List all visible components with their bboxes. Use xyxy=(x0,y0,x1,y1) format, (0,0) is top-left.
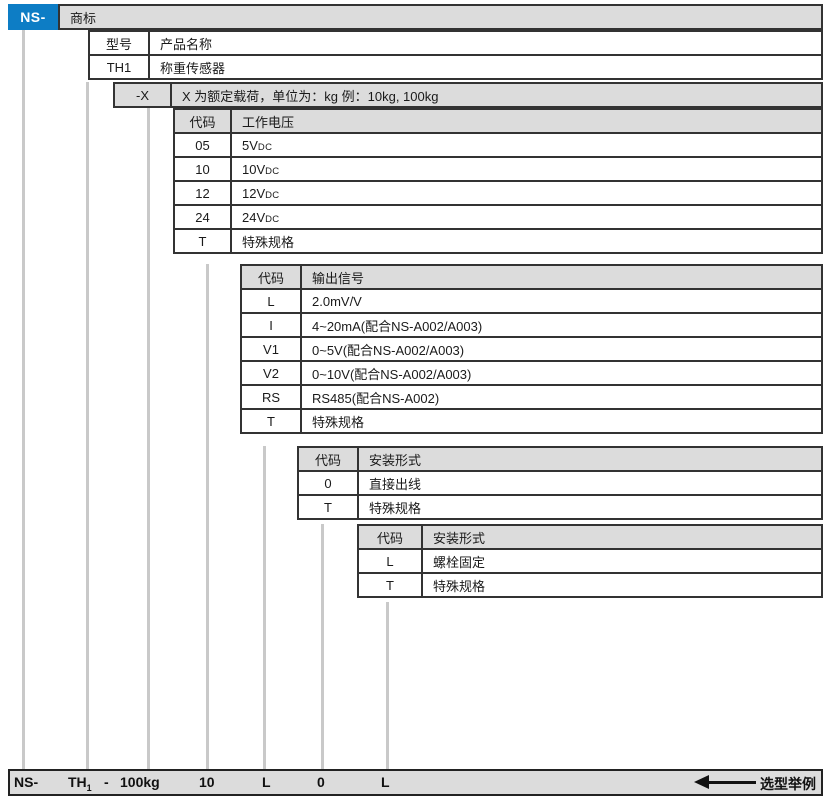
desc-cell: 螺栓固定 xyxy=(422,549,822,573)
table-row: L 2.0mV/V xyxy=(241,289,822,313)
trademark-label: 商标 xyxy=(59,5,822,29)
code-cell: V2 xyxy=(241,361,301,385)
table-row: V1 0~5V(配合NS-A002/A003) xyxy=(241,337,822,361)
code-cell: 05 xyxy=(174,133,231,157)
code-header-cell: 代码 xyxy=(241,265,301,289)
desc-cell: 2.0mV/V xyxy=(301,289,822,313)
code-cell: TH1 xyxy=(89,55,149,79)
code-cell: T xyxy=(241,409,301,433)
example-item-mount1: 0 xyxy=(317,774,325,790)
desc-cell: 特殊规格 xyxy=(422,573,822,597)
connector-line-model xyxy=(86,82,89,769)
table-row: I 4~20mA(配合NS-A002/A003) xyxy=(241,313,822,337)
example-item-prefix: NS- xyxy=(14,774,38,790)
table-row: 12 12VDC xyxy=(174,181,822,205)
code-header-cell: 代码 xyxy=(358,525,422,549)
code-cell: T xyxy=(174,229,231,253)
connector-line-mount1 xyxy=(321,524,324,769)
model-table: 型号 产品名称 TH1 称重传感器 xyxy=(88,30,823,80)
example-item-model: TH1 xyxy=(68,774,92,793)
code-cell: 0 xyxy=(298,471,358,495)
desc-header-cell: 安装形式 xyxy=(358,447,822,471)
connector-line-brand xyxy=(22,30,25,769)
example-item-mount2: L xyxy=(381,774,390,790)
table-row: 10 10VDC xyxy=(174,157,822,181)
example-item-output: L xyxy=(262,774,271,790)
desc-cell: 产品名称 xyxy=(149,31,822,55)
code-cell: L xyxy=(358,549,422,573)
code-cell: T xyxy=(298,495,358,519)
code-cell: T xyxy=(358,573,422,597)
table-row: 24 24VDC xyxy=(174,205,822,229)
table-row: 代码 安装形式 xyxy=(298,447,822,471)
connector-line-output xyxy=(263,446,266,769)
table-row: T 特殊规格 xyxy=(241,409,822,433)
desc-cell: 12VDC xyxy=(231,181,822,205)
code-header-cell: 代码 xyxy=(298,447,358,471)
desc-cell: 0~5V(配合NS-A002/A003) xyxy=(301,337,822,361)
output-signal-table: 代码 输出信号 L 2.0mV/V I 4~20mA(配合NS-A002/A00… xyxy=(240,264,823,434)
desc-header-cell: 安装形式 xyxy=(422,525,822,549)
table-row: T 特殊规格 xyxy=(358,573,822,597)
table-row: RS RS485(配合NS-A002) xyxy=(241,385,822,409)
left-arrow-tail xyxy=(708,781,756,784)
code-cell: -X xyxy=(114,83,171,107)
table-row: 代码 安装形式 xyxy=(358,525,822,549)
table-row: T 特殊规格 xyxy=(298,495,822,519)
code-cell: 10 xyxy=(174,157,231,181)
table-row: L 螺栓固定 xyxy=(358,549,822,573)
desc-cell: 4~20mA(配合NS-A002/A003) xyxy=(301,313,822,337)
desc-cell: 24VDC xyxy=(231,205,822,229)
table-row: 0 直接出线 xyxy=(298,471,822,495)
table-row: V2 0~10V(配合NS-A002/A003) xyxy=(241,361,822,385)
table-row: -X X 为额定载荷，单位为：kg 例：10kg, 100kg xyxy=(114,83,822,107)
capacity-table: -X X 为额定载荷，单位为：kg 例：10kg, 100kg xyxy=(113,82,823,108)
ordering-code-diagram: NS- 商标 型号 产品名称 TH1 称重传感器 -X X 为额定载荷，单位为：… xyxy=(0,0,827,798)
table-row: 商标 xyxy=(59,5,822,29)
desc-cell: RS485(配合NS-A002) xyxy=(301,385,822,409)
left-arrow-icon xyxy=(694,775,709,789)
example-note: 选型举例 xyxy=(760,774,816,794)
code-header-cell: 代码 xyxy=(174,109,231,133)
code-cell: 24 xyxy=(174,205,231,229)
code-cell: I xyxy=(241,313,301,337)
example-item-capacity: 100kg xyxy=(120,774,160,790)
desc-cell: 0~10V(配合NS-A002/A003) xyxy=(301,361,822,385)
voltage-table: 代码 工作电压 05 5VDC 10 10VDC 12 12VDC 24 24V… xyxy=(173,108,823,254)
desc-header-cell: 输出信号 xyxy=(301,265,822,289)
code-cell: L xyxy=(241,289,301,313)
example-item-voltage: 10 xyxy=(199,774,215,790)
connector-line-capacity xyxy=(147,108,150,769)
code-cell: 12 xyxy=(174,181,231,205)
table-row: 代码 工作电压 xyxy=(174,109,822,133)
example-item-dash: - xyxy=(104,774,109,790)
desc-cell: 10VDC xyxy=(231,157,822,181)
code-cell: RS xyxy=(241,385,301,409)
desc-header-cell: 工作电压 xyxy=(231,109,822,133)
table-row: 代码 输出信号 xyxy=(241,265,822,289)
table-row: 型号 产品名称 xyxy=(89,31,822,55)
code-cell: 型号 xyxy=(89,31,149,55)
connector-line-voltage xyxy=(206,264,209,769)
trademark-table: 商标 xyxy=(58,4,823,30)
desc-cell: 特殊规格 xyxy=(358,495,822,519)
connector-line-mount2 xyxy=(386,602,389,769)
desc-cell: 直接出线 xyxy=(358,471,822,495)
desc-cell: 5VDC xyxy=(231,133,822,157)
code-cell: V1 xyxy=(241,337,301,361)
desc-cell: X 为额定载荷，单位为：kg 例：10kg, 100kg xyxy=(171,83,822,107)
brand-box: NS- xyxy=(8,4,58,30)
table-row: TH1 称重传感器 xyxy=(89,55,822,79)
mounting-table-2: 代码 安装形式 L 螺栓固定 T 特殊规格 xyxy=(357,524,823,598)
table-row: T 特殊规格 xyxy=(174,229,822,253)
example-bar: NS- TH1 - 100kg 10 L 0 L 选型举例 xyxy=(8,769,823,796)
desc-cell: 称重传感器 xyxy=(149,55,822,79)
desc-cell: 特殊规格 xyxy=(231,229,822,253)
desc-cell: 特殊规格 xyxy=(301,409,822,433)
mounting-table-1: 代码 安装形式 0 直接出线 T 特殊规格 xyxy=(297,446,823,520)
table-row: 05 5VDC xyxy=(174,133,822,157)
